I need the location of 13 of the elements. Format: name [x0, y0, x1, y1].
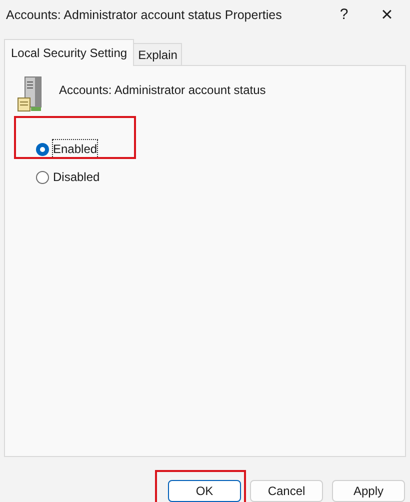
- help-button[interactable]: ?: [324, 0, 364, 30]
- policy-name: Accounts: Administrator account status: [59, 82, 266, 99]
- radio-label[interactable]: Enabled: [53, 140, 98, 158]
- window-title: Accounts: Administrator account status Properties: [6, 6, 283, 24]
- close-button[interactable]: ×: [364, 0, 410, 30]
- tab[interactable]: Local Security Setting: [4, 39, 134, 66]
- dialog-button[interactable]: Apply: [332, 480, 405, 502]
- radio-label[interactable]: Disabled: [53, 168, 100, 186]
- tab[interactable]: Explain: [134, 43, 182, 66]
- dialog-button[interactable]: OK: [168, 480, 241, 502]
- radio-button[interactable]: [36, 170, 49, 184]
- radio-button[interactable]: [36, 142, 49, 156]
- dialog-button[interactable]: Cancel: [250, 480, 323, 502]
